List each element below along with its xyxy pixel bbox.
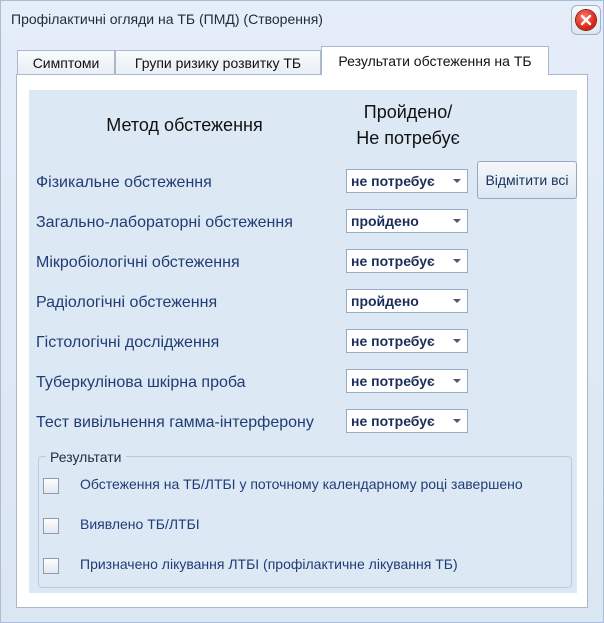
chevron-down-icon [453,299,461,303]
row-method-label: Гістологічні дослідження [31,321,338,359]
row-status-cell: не потребує [340,401,476,439]
row-status-cell: пройдено [340,201,476,239]
row-method-label: Загально-лабораторні обстеження [31,201,338,239]
checkbox-treatment-prescribed[interactable] [43,558,59,574]
status-dropdown-value: пройдено [351,293,419,309]
checkbox-exam-completed[interactable] [43,478,59,494]
tab-risk-groups[interactable]: Групи ризику розвитку ТБ [115,50,321,74]
window-title: Профілактичні огляди на ТБ (ПМД) (Створе… [11,11,323,27]
status-dropdown[interactable]: пройдено [346,289,468,313]
checkbox-treatment-prescribed-label: Призначено лікування ЛТБІ (профілактичне… [80,556,458,572]
chevron-down-icon [453,219,461,223]
column-header-method: Метод обстеження [31,91,338,159]
dialog-window: Профілактичні огляди на ТБ (ПМД) (Створе… [0,0,604,623]
chevron-down-icon [453,259,461,263]
row-status-cell: не потребує [340,361,476,399]
row-status-cell: пройдено [340,281,476,319]
row-status-cell: не потребує [340,241,476,279]
status-dropdown[interactable]: не потребує [346,249,468,273]
checkbox-exam-completed-label: Обстеження на ТБ/ЛТБІ у поточному календ… [80,476,523,492]
column-header-status-line2: Не потребує [356,128,460,148]
status-dropdown[interactable]: не потребує [346,169,468,193]
tab-exam-results[interactable]: Результати обстеження на ТБ [321,46,549,75]
status-dropdown-value: не потребує [351,373,435,389]
close-button[interactable] [571,5,601,35]
column-header-status-line1: Пройдено/ [363,102,453,122]
title-bar: Профілактичні огляди на ТБ (ПМД) (Створе… [1,1,603,37]
row-status-cell: не потребує [340,321,476,359]
results-group-title: Результати [46,449,126,465]
status-dropdown[interactable]: пройдено [346,209,468,233]
chevron-down-icon [453,419,461,423]
column-header-status: Пройдено/ Не потребує [340,91,476,159]
chevron-down-icon [453,339,461,343]
status-dropdown-value: не потребує [351,333,435,349]
status-dropdown-value: не потребує [351,253,435,269]
chevron-down-icon [453,379,461,383]
status-dropdown-value: не потребує [351,173,435,189]
row-method-label: Радіологічні обстеження [31,281,338,319]
row-method-label: Туберкулінова шкірна проба [31,361,338,399]
column-header-method-label: Метод обстеження [106,114,263,135]
checkbox-tb-detected[interactable] [43,518,59,534]
tab-symptoms[interactable]: Симптоми [17,50,115,74]
status-dropdown-value: не потребує [351,413,435,429]
checkbox-tb-detected-label: Виявлено ТБ/ЛТБІ [80,516,200,532]
row-status-cell: не потребує [340,161,476,199]
status-dropdown[interactable]: не потребує [346,409,468,433]
mark-all-button[interactable]: Відмітити всі [477,161,577,199]
row-method-label: Мікробіологічні обстеження [31,241,338,279]
row-method-label: Фізикальне обстеження [31,161,338,199]
row-method-label: Тест вивільнення гамма-інтерферону [31,401,338,439]
close-icon [576,10,596,30]
status-dropdown-value: пройдено [351,213,419,229]
status-dropdown[interactable]: не потребує [346,369,468,393]
chevron-down-icon [453,179,461,183]
status-dropdown[interactable]: не потребує [346,329,468,353]
